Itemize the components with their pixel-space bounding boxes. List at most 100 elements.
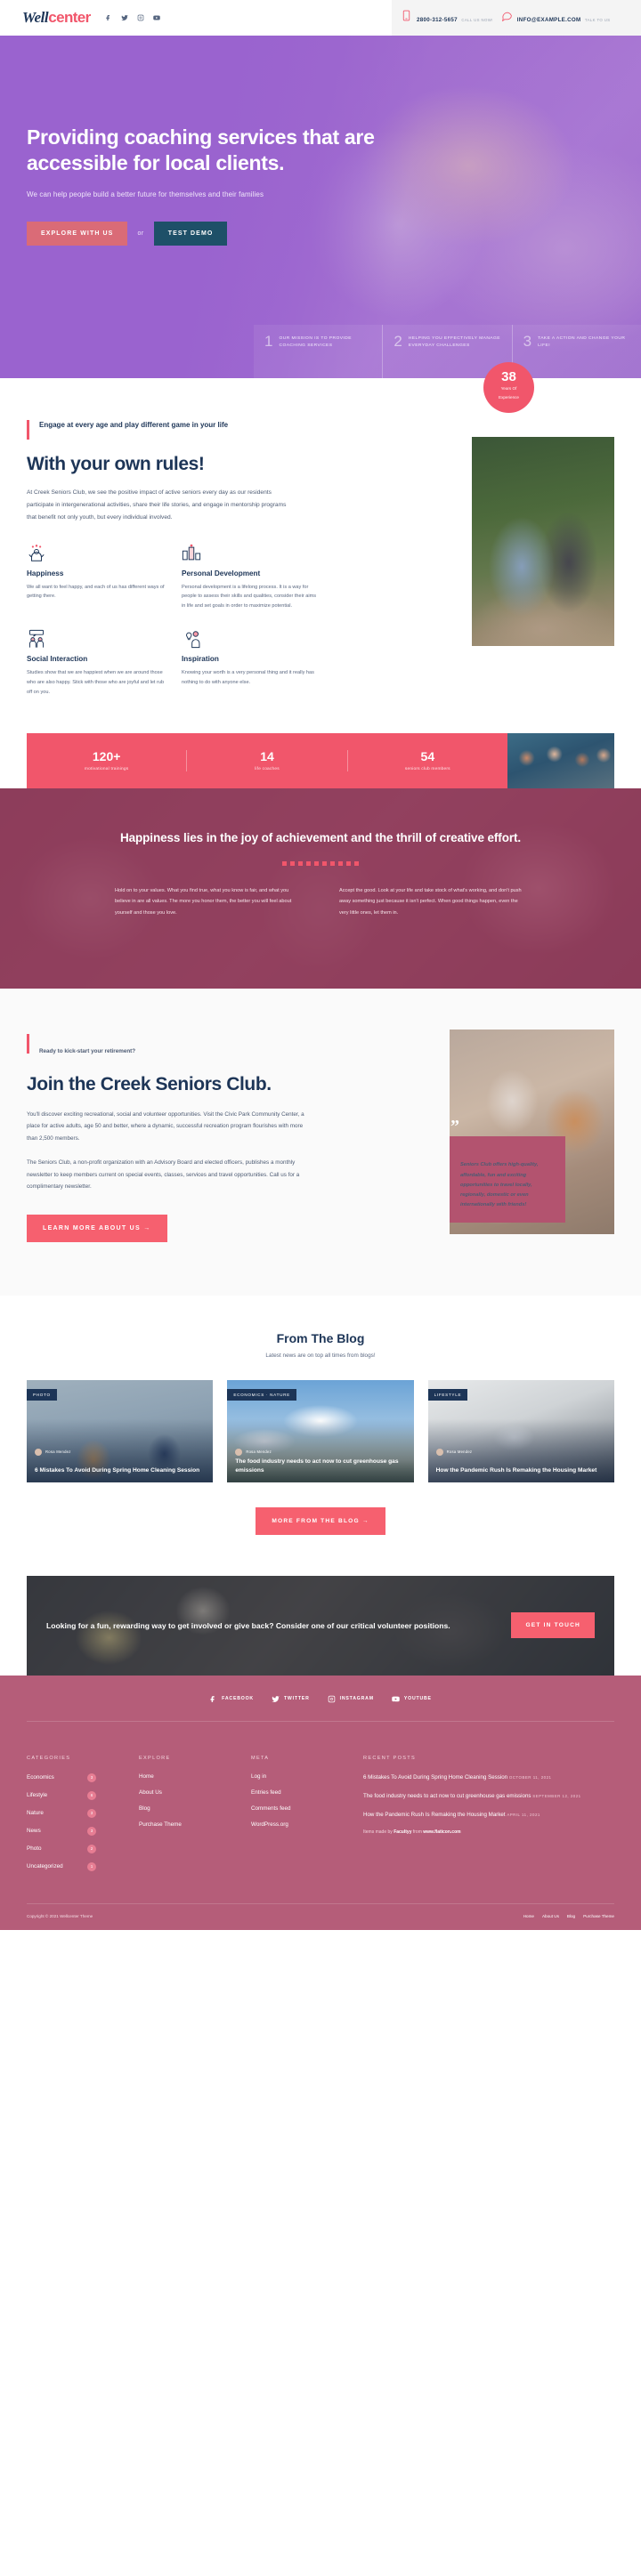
- footer-recent-post[interactable]: How the Pandemic Rush Is Remaking the Ho…: [363, 1811, 614, 1820]
- footer-category-item[interactable]: Nature 3: [27, 1808, 96, 1818]
- footer-column-title: EXPLORE: [139, 1755, 171, 1761]
- footer-category-item[interactable]: Photo 2: [27, 1844, 96, 1853]
- stat-number: 14: [260, 748, 274, 763]
- quote-col-2: Accept the good. Look at your life and t…: [339, 887, 522, 917]
- experience-label-1: Years Of: [500, 386, 517, 391]
- testimonial-text: Seniors Club offers high-quality, afford…: [460, 1162, 539, 1207]
- youtube-icon: [392, 1696, 400, 1702]
- footer-recent-post[interactable]: The food industry needs to act now to cu…: [363, 1792, 614, 1801]
- rules-lead-text: At Creek Seniors Club, we see the positi…: [27, 489, 287, 521]
- quote-section: Happiness lies in the joy of achievement…: [0, 787, 641, 989]
- more-from-blog-button[interactable]: MORE FROM THE BLOG →: [256, 1506, 385, 1535]
- stats-values: 120+ motivational trainings 14 life coac…: [27, 732, 507, 788]
- feature-inspiration: Inspiration Knowing your worth is a very…: [182, 629, 320, 698]
- footer-twitter-link[interactable]: TWITTER: [272, 1695, 310, 1703]
- footer-link-wordpress-org[interactable]: WordPress.org: [251, 1821, 349, 1828]
- category-name: Photo: [27, 1845, 42, 1853]
- phone-contact[interactable]: 2800-312-5657 CALL US NOW!: [401, 10, 493, 26]
- blog-card[interactable]: LIFESTYLE Rosa Mendez How the Pandemic R…: [427, 1379, 614, 1482]
- recent-post-title: The food industry needs to act now to cu…: [363, 1792, 531, 1799]
- footer-link-blog[interactable]: Blog: [139, 1805, 237, 1812]
- footer-youtube-link[interactable]: YOUTUBE: [392, 1695, 432, 1703]
- quote-col-1: Hold on to your values. What you find tr…: [115, 887, 292, 917]
- footer-nav-blog[interactable]: Blog: [567, 1914, 575, 1918]
- footer-link-entries-feed[interactable]: Entries feed: [251, 1789, 349, 1796]
- recent-post-title: How the Pandemic Rush Is Remaking the Ho…: [363, 1811, 506, 1818]
- category-count: 1: [87, 1861, 96, 1871]
- footer-recent-posts: RECENT POSTS 6 Mistakes To Avoid During …: [363, 1756, 614, 1880]
- blog-card-author: Rosa Mendez: [45, 1450, 71, 1455]
- footer-social-label: INSTAGRAM: [339, 1696, 374, 1702]
- avatar: [435, 1448, 443, 1456]
- explore-with-us-button[interactable]: EXPLORE WITH US: [27, 221, 128, 246]
- stat-item: 14 life coaches: [186, 748, 346, 771]
- stat-number: 54: [420, 748, 435, 763]
- hero-step-number: 2: [394, 333, 402, 350]
- social-links: [103, 12, 163, 24]
- quote-columns: Hold on to your values. What you find tr…: [0, 885, 641, 920]
- footer-category-item[interactable]: Lifestyle 6: [27, 1790, 96, 1800]
- hero-title: Providing coaching services that are acc…: [27, 125, 375, 175]
- footer-category-item[interactable]: Economics 3: [27, 1773, 96, 1782]
- instagram-icon[interactable]: [135, 12, 147, 24]
- category-count: 3: [87, 1773, 96, 1782]
- footer-link-purchase-theme[interactable]: Purchase Theme: [139, 1821, 237, 1828]
- footer-link-log-in[interactable]: Log in: [251, 1773, 349, 1780]
- quote-content: Happiness lies in the joy of achievement…: [0, 788, 641, 919]
- dot: [282, 860, 287, 866]
- recent-post-date: SEPTEMBER 12, 2021: [532, 1793, 581, 1798]
- hero-or-label: or: [137, 230, 144, 237]
- hero-buttons: EXPLORE WITH US or TEST DEMO: [27, 221, 383, 246]
- phone-number: 2800-312-5657: [417, 17, 458, 23]
- join-eyebrow-text: Ready to kick-start your retirement?: [39, 1047, 136, 1054]
- footer-category-item[interactable]: Uncategorized 1: [27, 1861, 96, 1871]
- footer-column-title: CATEGORIES: [27, 1755, 71, 1761]
- category-name: Nature: [27, 1810, 44, 1817]
- attribution-brand[interactable]: Facultyy: [394, 1829, 411, 1835]
- footer-facebook-link[interactable]: FACEBOOK: [209, 1695, 254, 1703]
- feature-title: Social Interaction: [27, 655, 88, 664]
- attribution-source[interactable]: www.flaticon.com: [423, 1829, 460, 1835]
- hero-steps: 1 OUR MISSION IS TO PROVIDE COACHING SER…: [254, 325, 641, 378]
- twitter-icon[interactable]: [119, 12, 131, 24]
- learn-more-button[interactable]: LEARN MORE ABOUT US →: [27, 1214, 167, 1242]
- footer-category-item[interactable]: News 3: [27, 1826, 96, 1836]
- blog-card-meta: Rosa Mendez: [35, 1448, 71, 1456]
- blog-card-title[interactable]: The food industry needs to act now to cu…: [235, 1458, 405, 1474]
- stat-number: 120+: [92, 748, 121, 763]
- footer-bottom: Copyright © 2021 Wellcenter Theme Home A…: [27, 1902, 614, 1930]
- top-bar-left: Wellcenter: [0, 0, 392, 36]
- blog-card-tag[interactable]: LIFESTYLE: [427, 1388, 468, 1401]
- category-name: Economics: [27, 1774, 54, 1781]
- footer-nav-home[interactable]: Home: [523, 1914, 534, 1918]
- youtube-icon[interactable]: [151, 12, 163, 24]
- footer-nav-purchase-theme[interactable]: Purchase Theme: [583, 1914, 614, 1918]
- chat-icon: [501, 10, 513, 26]
- footer-instagram-link[interactable]: INSTAGRAM: [328, 1695, 374, 1703]
- footer-link-home[interactable]: Home: [139, 1773, 237, 1780]
- footer-social-label: FACEBOOK: [222, 1696, 254, 1702]
- facebook-icon[interactable]: [103, 12, 115, 24]
- blog-card-tag[interactable]: PHOTO: [27, 1388, 57, 1401]
- blog-card[interactable]: ECONOMICS · NATURE Rosa Mendez The food …: [227, 1379, 414, 1482]
- blog-card-title[interactable]: 6 Mistakes To Avoid During Spring Home C…: [35, 1466, 205, 1474]
- footer-column-title: RECENT POSTS: [363, 1755, 417, 1761]
- category-name: News: [27, 1828, 41, 1835]
- blog-card-tag[interactable]: ECONOMICS · NATURE: [227, 1388, 296, 1401]
- footer-nav-about-us[interactable]: About Us: [542, 1914, 559, 1918]
- footer-recent-post[interactable]: 6 Mistakes To Avoid During Spring Home C…: [363, 1773, 614, 1782]
- blog-card[interactable]: PHOTO Rosa Mendez 6 Mistakes To Avoid Du…: [27, 1379, 214, 1482]
- get-in-touch-button[interactable]: GET IN TOUCH: [511, 1612, 595, 1639]
- footer-columns: CATEGORIES Economics 3 Lifestyle 6 Nature 3…: [27, 1722, 614, 1903]
- footer-nav: Home About Us Blog Purchase Theme: [523, 1914, 614, 1918]
- feature-happiness: Happiness We all want to feel happy, and…: [27, 544, 166, 612]
- email-contact[interactable]: INFO@EXAMPLE.COM TALK TO US: [501, 10, 611, 26]
- footer-link-comments-feed[interactable]: Comments feed: [251, 1805, 349, 1812]
- site-logo[interactable]: Wellcenter: [22, 9, 91, 27]
- footer-link-about-us[interactable]: About Us: [139, 1789, 237, 1796]
- dot: [338, 860, 343, 866]
- blog-card-title[interactable]: How the Pandemic Rush Is Remaking the Ho…: [436, 1466, 606, 1474]
- footer-social-label: YOUTUBE: [403, 1696, 432, 1702]
- twitter-icon: [272, 1696, 280, 1702]
- test-demo-button[interactable]: TEST DEMO: [153, 221, 228, 246]
